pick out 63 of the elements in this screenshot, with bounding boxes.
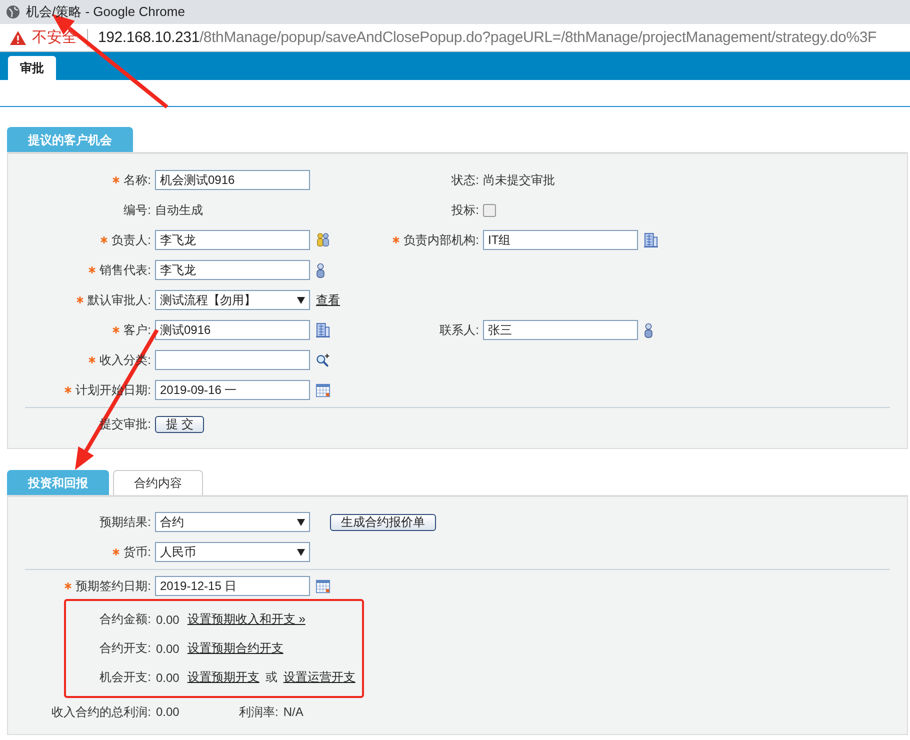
input-field[interactable]: 测试0916 [155, 320, 310, 340]
submit-button[interactable]: 提 交 [155, 416, 204, 432]
field-label: 客户: [112, 322, 151, 338]
caret-icon [297, 518, 305, 526]
field-value: 尚未提交审批 [483, 172, 555, 188]
input-field[interactable]: IT组 [483, 230, 638, 250]
people-icon[interactable] [316, 232, 330, 248]
search-icon[interactable] [316, 352, 330, 368]
amount-value: 0.00 [156, 642, 180, 656]
expense-link[interactable]: 设置预期开支 [187, 669, 260, 686]
field-label: 预期签约日期: [64, 578, 151, 594]
globe-icon [6, 5, 20, 19]
field-label: 销售代表: [88, 262, 151, 278]
calendar-icon[interactable] [316, 382, 330, 398]
field-label: 负责人: [100, 232, 151, 248]
top-tab[interactable]: 审批 [8, 56, 56, 80]
expense-link[interactable]: 设置预期合约开支 [187, 640, 284, 657]
field-label: 名称: [112, 172, 151, 188]
amount-label: 机会开支: [98, 669, 151, 686]
building-icon[interactable] [644, 232, 658, 248]
field-value: 自动生成 [155, 202, 203, 218]
field-label: 编号: [124, 202, 151, 218]
field-label: 状态: [452, 172, 479, 188]
checkbox[interactable] [483, 204, 496, 216]
person-icon[interactable] [644, 322, 653, 338]
amount-value: 0.00 [156, 612, 180, 626]
person-icon[interactable] [316, 262, 325, 278]
select-field[interactable]: 合约 [155, 512, 310, 532]
expense-link[interactable]: 设置运营开支 [283, 669, 356, 686]
field-label: 默认审批人: [76, 292, 151, 308]
security-label[interactable]: 不安全 [32, 28, 77, 47]
select-field[interactable]: 测试流程【勿用】 [155, 290, 310, 310]
input-field[interactable]: 李飞龙 [155, 260, 310, 280]
input-field[interactable]: 机会测试0916 [155, 170, 310, 190]
section-tab[interactable]: 合约内容 [113, 470, 203, 495]
input-field[interactable]: 2019-12-15 日 [155, 576, 310, 596]
field-label: 预期结果: [100, 514, 151, 530]
input-field[interactable]: 李飞龙 [155, 230, 310, 250]
warning-icon [10, 30, 26, 44]
amount-label: 合约开支: [98, 640, 151, 657]
or-text: 或 [265, 669, 278, 686]
caret-icon [297, 548, 305, 556]
url-text[interactable]: 192.168.10.231/8thManage/popup/saveAndClosePopup.do?pageURL=/8thManage/projectManagement/strategy.do%3F [98, 29, 876, 46]
input-field[interactable] [155, 350, 310, 370]
field-label: 负责内部机构: [392, 232, 479, 248]
margin-label: 利润率: [239, 704, 278, 720]
select-field[interactable]: 人民币 [155, 542, 310, 562]
input-field[interactable]: 张三 [483, 320, 638, 340]
profit-value: 0.00 [156, 705, 180, 719]
field-label: 联系人: [440, 322, 479, 338]
field-label: 货币: [112, 544, 151, 560]
amount-label: 合约金额: [98, 611, 151, 628]
input-field[interactable]: 2019-09-16 一 [155, 380, 310, 400]
calendar-icon[interactable] [316, 578, 330, 594]
margin-value: N/A [283, 705, 304, 719]
amount-value: 0.00 [156, 670, 180, 684]
generate-quote-button[interactable]: 生成合约报价单 [330, 514, 436, 530]
building-icon[interactable] [316, 322, 330, 338]
view-link[interactable]: 查看 [316, 292, 340, 308]
field-label: 投标: [452, 202, 479, 218]
caret-icon [297, 296, 305, 304]
expense-link[interactable]: 设置预期收入和开支 » [187, 611, 306, 628]
profit-label: 收入合约的总利润: [50, 704, 151, 720]
